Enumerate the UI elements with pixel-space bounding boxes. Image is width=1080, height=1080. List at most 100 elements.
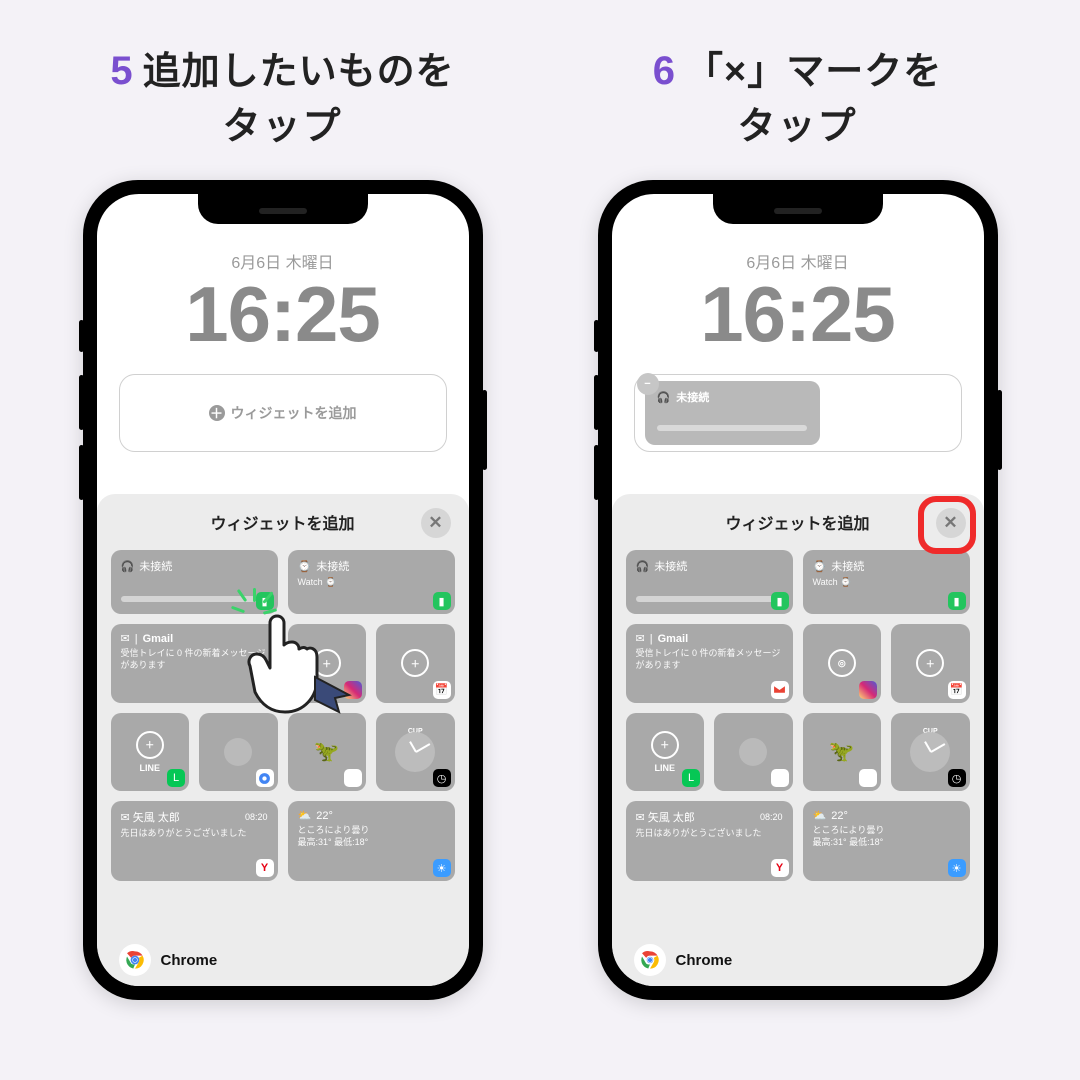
gmail-badge-icon xyxy=(256,681,274,699)
calendar-badge-icon: 📅 xyxy=(433,681,451,699)
widget-line[interactable]: ＋LINE L xyxy=(111,713,190,792)
watch-icon: ⌚ xyxy=(298,560,312,573)
plus-icon: ＋ xyxy=(401,649,429,677)
yahoo-mail-badge-icon: Y xyxy=(771,859,789,877)
close-highlight-annotation xyxy=(918,496,976,554)
widget-clock[interactable]: CUP ◷ xyxy=(891,713,970,792)
plus-icon: ＋ xyxy=(209,405,225,421)
instagram-badge-icon xyxy=(859,681,877,699)
step-panel-5: 5 追加したいものを タップ 6月6日 木曜日 16:25 ＋ ウィジェットを追… xyxy=(50,40,515,1040)
step-title: 6 「×」マークを タップ xyxy=(653,40,942,150)
step-heading-line2: タップ xyxy=(737,95,857,150)
chrome-icon xyxy=(739,738,767,766)
widget-line[interactable]: ＋LINE L xyxy=(626,713,705,792)
headphones-icon: 🎧 xyxy=(636,560,650,573)
chrome-label: Chrome xyxy=(676,952,733,969)
chrome-app-row[interactable]: Chrome xyxy=(634,944,733,976)
chrome-badge-icon xyxy=(256,769,274,787)
line-badge-icon: L xyxy=(682,769,700,787)
widget-grid: 🎧未接続 ▮ ⌚未接続 Watch ⌚ ▮ ✉ | Gmail 受信トレイに 0… xyxy=(626,550,970,881)
close-icon: ✕ xyxy=(428,513,442,533)
sheet-close-button[interactable]: ✕ xyxy=(421,508,451,538)
gmail-badge-icon xyxy=(771,681,789,699)
headphones-icon: 🎧 xyxy=(657,391,671,404)
phone-notch xyxy=(713,194,883,224)
chrome-icon xyxy=(634,944,666,976)
clock-badge-icon: ◷ xyxy=(948,769,966,787)
add-widget-slot[interactable]: ＋ ウィジェットを追加 xyxy=(119,374,447,452)
dino-icon: 🦖 xyxy=(829,739,854,764)
chrome-badge-icon: ◐ xyxy=(859,769,877,787)
widget-gmail[interactable]: ✉ | Gmail 受信トレイに 0 件の新着メッセージがあります xyxy=(111,624,278,703)
widget-chrome[interactable] xyxy=(199,713,278,792)
widget-calendar[interactable]: ＋ 📅 xyxy=(376,624,455,703)
widget-battery-watch[interactable]: ⌚未接続 Watch ⌚ ▮ xyxy=(803,550,970,614)
remove-widget-button[interactable]: − xyxy=(637,373,659,395)
phone-frame: 6月6日 木曜日 16:25 ＋ ウィジェットを追加 ウィジェットを追加 ✕ xyxy=(83,180,483,1000)
plus-icon: ＋ xyxy=(136,731,164,759)
battery-badge-icon: ▮ xyxy=(433,592,451,610)
battery-badge-icon: ▮ xyxy=(948,592,966,610)
plus-icon: ＋ xyxy=(313,649,341,677)
chrome-icon xyxy=(119,944,151,976)
sheet-title: ウィジェットを追加 xyxy=(725,510,869,534)
widget-battery-headphones[interactable]: 🎧未接続 ▮ xyxy=(111,550,278,614)
dino-icon: 🦖 xyxy=(314,739,339,764)
instagram-badge-icon xyxy=(344,681,362,699)
headphones-icon: 🎧 xyxy=(121,560,135,573)
target-icon: ◎ xyxy=(828,649,856,677)
widget-grid: 🎧未接続 ▮ ⌚未接続 Watch ⌚ ▮ ✉ | Gmail 受信トレイに 0… xyxy=(111,550,455,881)
clock-badge-icon: ◷ xyxy=(433,769,451,787)
weather-icon: ⛅ xyxy=(813,809,827,822)
lock-time: 16:25 xyxy=(612,269,984,360)
sheet-title: ウィジェットを追加 xyxy=(210,510,354,534)
chrome-app-row[interactable]: Chrome xyxy=(119,944,218,976)
phone-notch xyxy=(198,194,368,224)
chrome-icon xyxy=(224,738,252,766)
chrome-badge-icon: ◉ xyxy=(771,769,789,787)
phone-frame: 6月6日 木曜日 16:25 − 🎧未接続 ウィジェットを追加 ✕ xyxy=(598,180,998,1000)
battery-badge-icon: ▮ xyxy=(256,592,274,610)
widget-chrome[interactable]: ◉ xyxy=(714,713,793,792)
phone-screen: 6月6日 木曜日 16:25 ＋ ウィジェットを追加 ウィジェットを追加 ✕ xyxy=(97,194,469,986)
widget-calendar[interactable]: ＋ 📅 xyxy=(891,624,970,703)
step-heading-line2: タップ xyxy=(222,95,342,150)
widget-battery-watch[interactable]: ⌚未接続 Watch ⌚ ▮ xyxy=(288,550,455,614)
step-heading-line1: 「×」マークを xyxy=(685,40,942,95)
widget-mail[interactable]: ✉ 矢風 太郎 08:20 先日はありがとうございました Y xyxy=(626,801,793,881)
chrome-label: Chrome xyxy=(161,952,218,969)
line-badge-icon: L xyxy=(167,769,185,787)
clock-icon xyxy=(910,732,950,772)
widget-mail[interactable]: ✉ 矢風 太郎 08:20 先日はありがとうございました Y xyxy=(111,801,278,881)
step-number: 6 xyxy=(653,49,675,94)
step-number: 5 xyxy=(110,49,132,94)
weather-icon: ⛅ xyxy=(298,809,312,822)
widget-dino[interactable]: 🦖 ◐ xyxy=(288,713,367,792)
widget-picker-sheet: ウィジェットを追加 ✕ 🎧未接続 ▮ ⌚未接続 Watch ⌚ xyxy=(97,494,469,986)
lock-time: 16:25 xyxy=(97,269,469,360)
widget-weather[interactable]: ⛅ 22° ところにより曇り 最高:31° 最低:18° ☀ xyxy=(803,801,970,881)
phone-screen: 6月6日 木曜日 16:25 − 🎧未接続 ウィジェットを追加 ✕ xyxy=(612,194,984,986)
mail-icon: ✉ xyxy=(636,812,645,824)
widget-gmail[interactable]: ✉ | Gmail 受信トレイに 0 件の新着メッセージがあります xyxy=(626,624,793,703)
watch-icon: ⌚ xyxy=(325,577,336,587)
step-panel-6: 6 「×」マークを タップ 6月6日 木曜日 16:25 − 🎧未接続 ウィ xyxy=(565,40,1030,1040)
clock-icon xyxy=(395,732,435,772)
placed-widget-battery[interactable]: − 🎧未接続 xyxy=(645,381,820,445)
calendar-badge-icon: 📅 xyxy=(948,681,966,699)
widget-slot-with-widget[interactable]: − 🎧未接続 xyxy=(634,374,962,452)
watch-icon: ⌚ xyxy=(813,560,827,573)
widget-battery-headphones[interactable]: 🎧未接続 ▮ xyxy=(626,550,793,614)
widget-weather[interactable]: ⛅ 22° ところにより曇り 最高:31° 最低:18° ☀ xyxy=(288,801,455,881)
step-heading-line1: 追加したいものを xyxy=(143,40,455,95)
widget-dino[interactable]: 🦖 ◐ xyxy=(803,713,882,792)
mail-icon: ✉ xyxy=(121,812,130,824)
battery-badge-icon: ▮ xyxy=(771,592,789,610)
widget-instagram[interactable]: ◎ xyxy=(803,624,882,703)
add-widget-label: ウィジェットを追加 xyxy=(231,403,357,423)
gmail-icon: ✉ xyxy=(636,632,645,645)
widget-clock[interactable]: CUP ◷ xyxy=(376,713,455,792)
weather-badge-icon: ☀ xyxy=(433,859,451,877)
weather-badge-icon: ☀ xyxy=(948,859,966,877)
widget-instagram[interactable]: ＋ xyxy=(288,624,367,703)
